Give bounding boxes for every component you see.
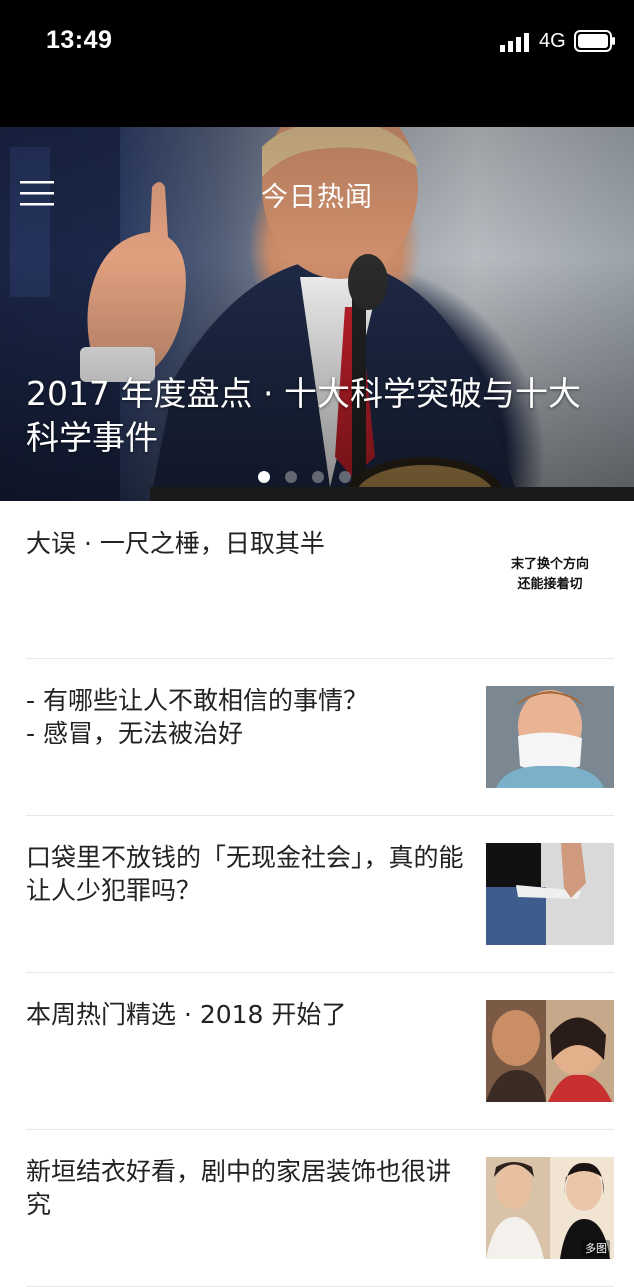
status-time: 13:49 xyxy=(46,26,113,54)
carousel-indicator xyxy=(258,471,351,483)
carousel-dot-active[interactable] xyxy=(258,471,270,483)
item-title: 新垣结衣好看，剧中的家居装饰也很讲究 xyxy=(26,1157,452,1219)
item-thumbnail xyxy=(486,686,614,788)
list-item[interactable]: 大误 · 一尺之棰，日取其半 末了换个方向 还能接着切 xyxy=(26,501,614,659)
status-bar: 13:49 4G xyxy=(0,0,634,127)
carousel-dot[interactable] xyxy=(285,471,297,483)
item-thumbnail xyxy=(486,1000,614,1102)
multi-image-badge: 多图 xyxy=(582,1240,610,1256)
item-title: 口袋里不放钱的「无现金社会」，真的能让人少犯罪吗？ xyxy=(26,843,464,905)
network-type: 4G xyxy=(539,30,566,52)
item-thumbnail xyxy=(486,843,614,945)
item-thumbnail: 多图 xyxy=(486,1157,614,1259)
list-item[interactable]: - 有哪些让人不敢相信的事情？ - 感冒，无法被治好 xyxy=(26,658,614,816)
battery-icon xyxy=(574,30,615,52)
thumbnail-caption-line: 还能接着切 xyxy=(517,577,583,592)
item-thumbnail-text: 末了换个方向 还能接着切 xyxy=(486,555,614,595)
carousel-dot[interactable] xyxy=(339,471,351,483)
hero-headline[interactable]: 2017 年度盘点 · 十大科学突破与十大科学事件 xyxy=(26,372,606,460)
list-item[interactable]: 口袋里不放钱的「无现金社会」，真的能让人少犯罪吗？ xyxy=(26,815,614,973)
item-title: 本周热门精选 · 2018 开始了 xyxy=(26,1000,347,1029)
thumbnail-caption-line: 末了换个方向 xyxy=(510,557,589,572)
hero-banner[interactable]: 今日热闻 2017 年度盘点 · 十大科学突破与十大科学事件 xyxy=(0,127,634,501)
list-item[interactable]: 本周热门精选 · 2018 开始了 xyxy=(26,972,614,1130)
carousel-dot[interactable] xyxy=(312,471,324,483)
signal-icon xyxy=(500,33,529,52)
item-title: - 有哪些让人不敢相信的事情？ - 感冒，无法被治好 xyxy=(26,686,368,748)
page-title: 今日热闻 xyxy=(261,182,373,213)
item-title: 大误 · 一尺之棰，日取其半 xyxy=(26,529,325,558)
list-item[interactable]: 新垣结衣好看，剧中的家居装饰也很讲究 多图 xyxy=(26,1129,614,1287)
